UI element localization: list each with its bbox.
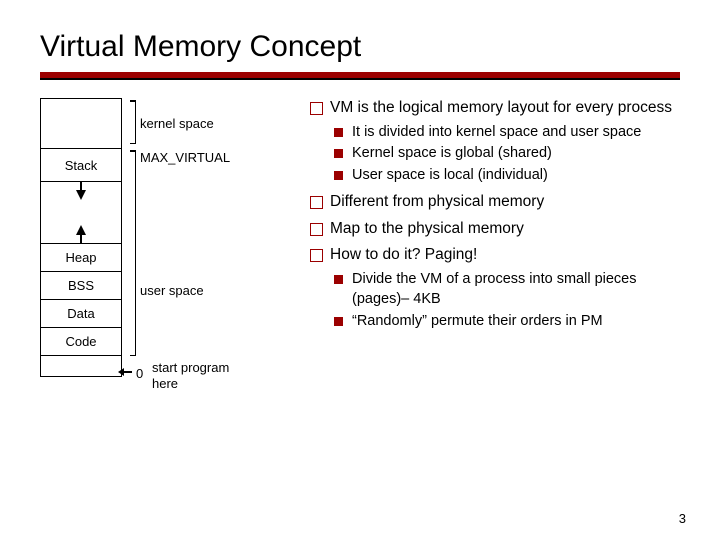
memory-diagram: Stack Heap BSS Data Code kernel space MA… [40, 98, 300, 448]
gap-segment [40, 181, 122, 243]
data-segment: Data [40, 299, 122, 327]
page-number: 3 [679, 511, 686, 526]
bullet-vm-logical: VM is the logical memory layout for ever… [310, 98, 680, 186]
sub-bullet-user-local: User space is local (individual) [330, 166, 680, 186]
title-underline [40, 72, 680, 80]
label-start-program: start programhere [152, 360, 229, 391]
bullet-paging: How to do it? Paging! Divide the VM of a… [310, 245, 680, 331]
brace-kernel [122, 100, 136, 144]
code-segment: Code [40, 327, 122, 355]
bullet-different-pm: Different from physical memory [310, 192, 680, 213]
arrow-up-icon [76, 225, 86, 235]
sub-bullet-pages-4kb: Divide the VM of a process into small pi… [330, 270, 680, 309]
label-kernel-space: kernel space [140, 116, 214, 131]
bottom-region [40, 355, 122, 377]
bullet-text: How to do it? Paging! [330, 246, 477, 263]
sub-bullet-kernel-global: Kernel space is global (shared) [330, 144, 680, 164]
slide-title: Virtual Memory Concept [40, 30, 680, 64]
bullet-text: VM is the logical memory layout for ever… [330, 99, 672, 116]
heap-segment: Heap [40, 243, 122, 271]
kernel-region [40, 98, 122, 148]
arrow-down-icon [76, 190, 86, 200]
stack-segment: Stack [40, 148, 122, 181]
label-max-virtual: MAX_VIRTUAL [140, 150, 230, 165]
sub-bullet-divided: It is divided into kernel space and user… [330, 123, 680, 143]
label-user-space: user space [140, 283, 204, 298]
sub-bullet-permute: “Randomly” permute their orders in PM [330, 312, 680, 332]
label-zero: 0 [136, 366, 143, 381]
zero-pointer [122, 371, 132, 373]
brace-user [122, 150, 136, 356]
bullet-map-pm: Map to the physical memory [310, 219, 680, 240]
bullet-content: VM is the logical memory layout for ever… [310, 98, 680, 448]
bss-segment: BSS [40, 271, 122, 299]
